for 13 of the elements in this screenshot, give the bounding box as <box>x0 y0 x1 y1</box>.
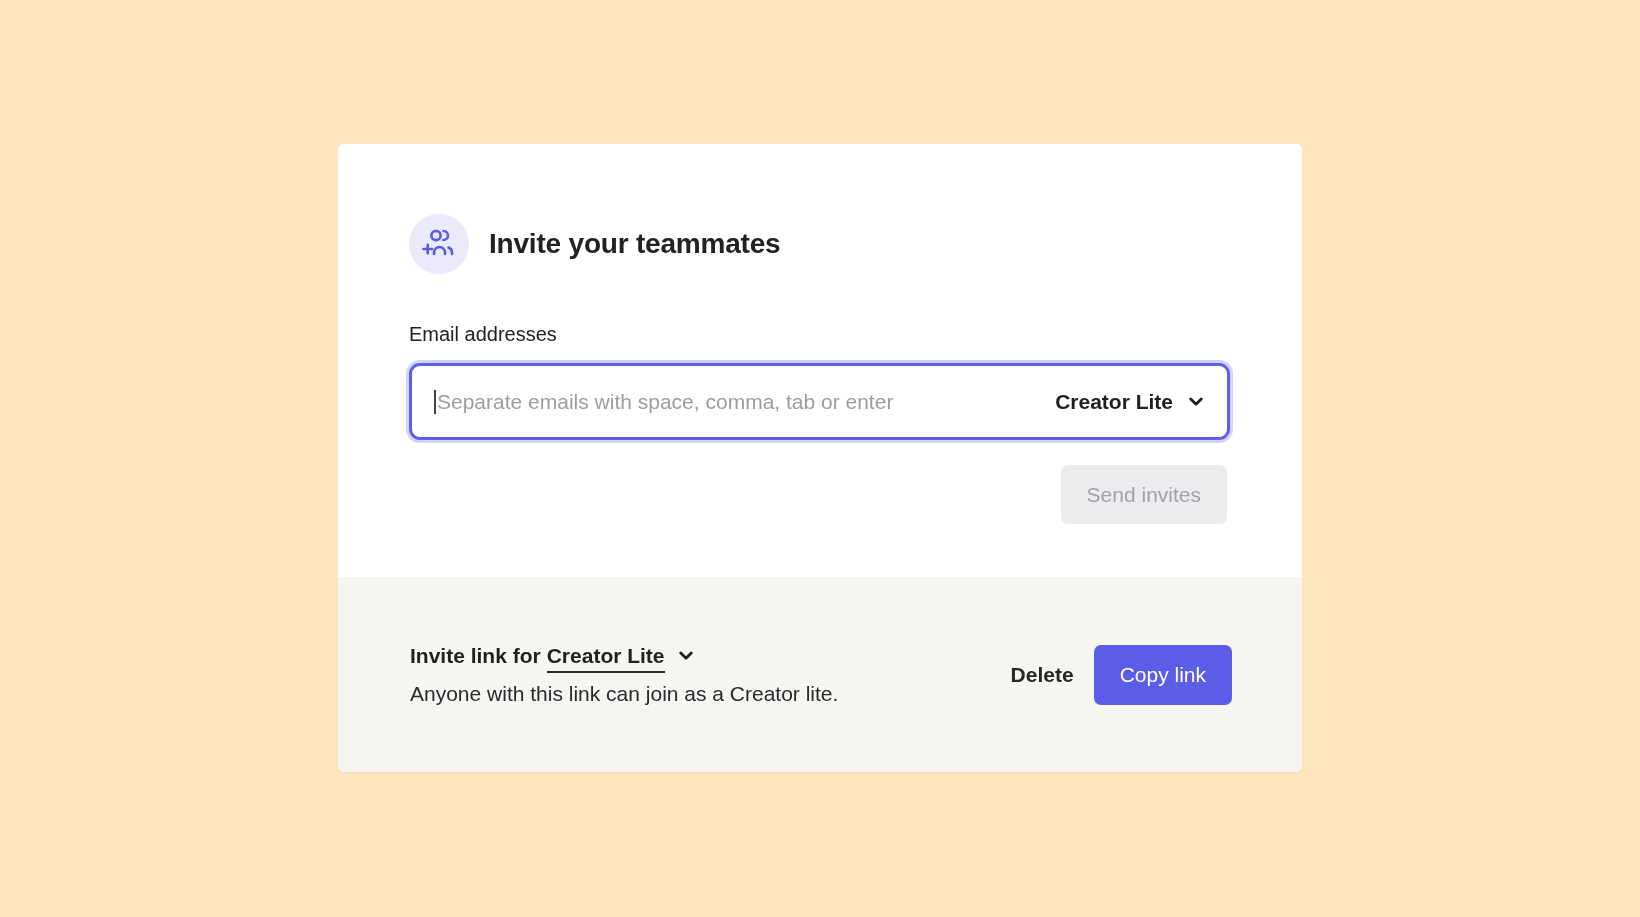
add-people-icon <box>409 214 469 274</box>
caret-icon <box>678 650 693 661</box>
dialog-title: Invite your teammates <box>489 228 781 260</box>
email-input-field[interactable]: Separate emails with space, comma, tab or enter Creator Lite <box>409 363 1230 440</box>
caret-icon <box>1189 396 1203 407</box>
role-dropdown[interactable]: Creator Lite <box>546 638 693 673</box>
invite-link-description: Anyone with this link can join as a Creator lite. <box>410 680 839 707</box>
field-label: Email addresses <box>409 322 558 346</box>
invite-link-label: Invite link for <box>410 643 541 668</box>
text-cursor-icon <box>434 389 436 414</box>
delete-button[interactable]: Delete <box>1010 652 1074 697</box>
role-select[interactable]: Creator Lite <box>1055 389 1203 414</box>
copy-link-button[interactable]: Copy link <box>1093 644 1232 705</box>
